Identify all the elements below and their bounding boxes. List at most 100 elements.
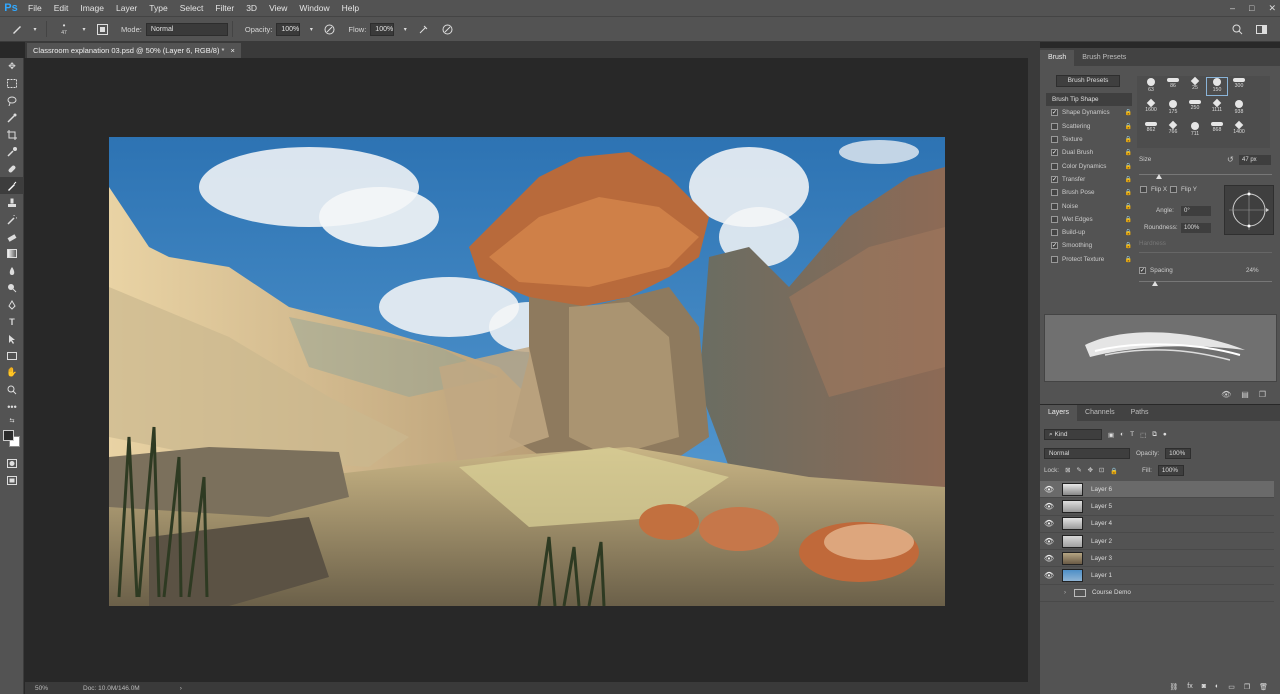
document-tab-close-icon[interactable]: ×	[230, 43, 234, 58]
zoom-level[interactable]: 50%	[25, 685, 61, 692]
brush-tip-preset[interactable]: 250	[1185, 100, 1205, 117]
quick-selection-tool-icon[interactable]	[0, 109, 24, 126]
layer-visibility-eye-icon[interactable]: 👁	[1040, 485, 1058, 494]
pressure-size-icon[interactable]	[440, 22, 454, 36]
flow-chevron-down-icon[interactable]: ▾	[398, 22, 412, 36]
brush-preset-picker-icon[interactable]: • 47	[55, 22, 73, 37]
brush-option-row[interactable]: ✓ Transfer 🔒	[1046, 173, 1132, 186]
toggle-live-tip-preview-icon[interactable]: 👁	[1221, 390, 1231, 399]
layer-visibility-eye-icon[interactable]: 👁	[1040, 502, 1058, 511]
angle-roundness-widget[interactable]	[1224, 185, 1274, 235]
swap-colors-icon[interactable]: ⇆	[0, 415, 24, 425]
brush-option-checkbox[interactable]	[1051, 202, 1058, 210]
create-new-brush-icon[interactable]: ❐	[1259, 390, 1266, 399]
search-icon[interactable]	[1230, 22, 1244, 36]
brush-option-checkbox[interactable]: ✓	[1051, 175, 1058, 183]
close-icon[interactable]: ✕	[1268, 3, 1276, 14]
lasso-tool-icon[interactable]	[0, 92, 24, 109]
mode-select[interactable]: Normal	[145, 22, 228, 36]
menu-edit[interactable]: Edit	[48, 0, 75, 16]
more-tools-icon[interactable]: •••	[0, 398, 24, 415]
spacing-check[interactable]: ✓	[1139, 267, 1146, 274]
brush-option-row[interactable]: ✓ Smoothing 🔒	[1046, 239, 1132, 252]
brush-option-lock-icon[interactable]: 🔒	[1125, 203, 1132, 210]
foreground-color-swatch[interactable]	[3, 430, 14, 441]
roundness-field[interactable]: 100%	[1181, 223, 1211, 233]
lock-transparent-icon[interactable]: ⊠	[1065, 467, 1070, 474]
crop-tool-icon[interactable]	[0, 126, 24, 143]
layer-kind-filter[interactable]: ⌕ Kind	[1044, 429, 1102, 440]
brush-option-lock-icon[interactable]: 🔒	[1125, 176, 1132, 183]
brush-option-checkbox[interactable]: ✓	[1051, 109, 1058, 117]
flip-y-check[interactable]	[1170, 186, 1177, 193]
new-adjustment-layer-icon[interactable]: ◐	[1215, 683, 1219, 690]
layer-visibility-eye-icon[interactable]: 👁	[1040, 519, 1058, 528]
brush-option-lock-icon[interactable]: 🔒	[1125, 136, 1132, 143]
type-tool-icon[interactable]: T	[0, 313, 24, 330]
layer-visibility-eye-icon[interactable]: 👁	[1040, 554, 1058, 563]
brush-option-checkbox[interactable]: ✓	[1051, 242, 1058, 250]
brush-option-row[interactable]: ✓ Dual Brush 🔒	[1046, 146, 1132, 159]
brush-tip-preset[interactable]: 938	[1229, 100, 1249, 117]
brush-option-checkbox[interactable]: ✓	[1051, 149, 1058, 157]
brush-presets-button[interactable]: Brush Presets	[1056, 75, 1120, 87]
brush-option-checkbox[interactable]	[1051, 136, 1058, 144]
menu-layer[interactable]: Layer	[110, 0, 143, 16]
filter-smart-object-icon[interactable]: ⧉	[1152, 431, 1157, 439]
brush-tip-grid[interactable]: 63 86 25 150 300 1600 175 250 1111 938 862 766 711 86…	[1137, 76, 1270, 148]
open-preset-manager-icon[interactable]: ▤	[1241, 390, 1249, 399]
layer-row[interactable]: 👁 Layer 3	[1040, 550, 1274, 568]
brush-tip-preset[interactable]: 766	[1163, 120, 1183, 139]
brush-option-row[interactable]: Wet Edges 🔒	[1046, 213, 1132, 226]
lock-image-icon[interactable]: ✎	[1076, 467, 1081, 474]
brush-tip-preset[interactable]: 300	[1229, 78, 1249, 95]
new-layer-icon[interactable]: ❐	[1244, 683, 1250, 691]
screen-mode-icon[interactable]	[0, 472, 24, 489]
menu-filter[interactable]: Filter	[209, 0, 240, 16]
brush-tip-preset[interactable]: 63	[1141, 78, 1161, 95]
menu-view[interactable]: View	[263, 0, 293, 16]
brush-tool-icon[interactable]	[0, 177, 24, 194]
document-tab[interactable]: Classroom explanation 03.psd @ 50% (Laye…	[27, 43, 241, 58]
quick-mask-icon[interactable]	[0, 455, 24, 472]
brush-panel-toggle-icon[interactable]	[95, 22, 109, 36]
brush-option-lock-icon[interactable]: 🔒	[1125, 109, 1132, 116]
reset-size-icon[interactable]: ↺	[1227, 155, 1234, 164]
brush-option-lock-icon[interactable]: 🔒	[1125, 256, 1132, 263]
spacing-value[interactable]: 24%	[1246, 267, 1259, 274]
layer-group-row[interactable]: › Course Demo	[1040, 585, 1274, 603]
menu-3d[interactable]: 3D	[240, 0, 263, 16]
airbrush-icon[interactable]	[416, 22, 430, 36]
rectangle-tool-icon[interactable]	[0, 347, 24, 364]
path-selection-tool-icon[interactable]	[0, 330, 24, 347]
spacing-slider-track[interactable]	[1139, 281, 1272, 282]
add-mask-icon[interactable]: ◙	[1202, 683, 1206, 690]
brush-tip-preset[interactable]: 175	[1163, 100, 1183, 117]
brush-option-checkbox[interactable]	[1051, 162, 1058, 170]
brush-tip-preset[interactable]: 150	[1206, 77, 1228, 96]
lock-all-icon[interactable]: 🔒	[1110, 467, 1118, 475]
link-layers-icon[interactable]: ⛓	[1169, 683, 1178, 691]
brush-option-checkbox[interactable]	[1051, 255, 1058, 263]
layer-opacity-field[interactable]: 100%	[1165, 448, 1192, 459]
menu-window[interactable]: Window	[293, 0, 335, 16]
zoom-tool-icon[interactable]	[0, 381, 24, 398]
hand-tool-icon[interactable]: ✋	[0, 364, 24, 381]
layer-style-fx-icon[interactable]: fx	[1187, 683, 1192, 690]
filter-adjustment-icon[interactable]: ◐	[1120, 431, 1124, 438]
brush-option-checkbox[interactable]	[1051, 215, 1058, 223]
brush-picker-chevron-down-icon[interactable]: ▾	[77, 22, 91, 36]
brush-tip-preset[interactable]: 1400	[1229, 120, 1249, 139]
filter-pixel-icon[interactable]: ▣	[1108, 431, 1114, 439]
flip-x-checkbox[interactable]: Flip X	[1140, 186, 1167, 193]
spacing-slider-handle[interactable]	[1151, 281, 1158, 286]
tab-paths[interactable]: Paths	[1123, 405, 1157, 421]
layer-row[interactable]: 👁 Layer 5	[1040, 498, 1274, 516]
layer-row[interactable]: 👁 Layer 6	[1040, 481, 1274, 499]
delete-layer-icon[interactable]: 🗑	[1259, 683, 1268, 691]
brush-option-lock-icon[interactable]: 🔒	[1125, 229, 1132, 236]
brush-option-checkbox[interactable]	[1051, 189, 1058, 197]
brush-option-row[interactable]: Scattering 🔒	[1046, 120, 1132, 133]
brush-option-row[interactable]: Protect Texture 🔒	[1046, 253, 1132, 266]
spacing-checkbox[interactable]: ✓ Spacing	[1139, 267, 1173, 274]
